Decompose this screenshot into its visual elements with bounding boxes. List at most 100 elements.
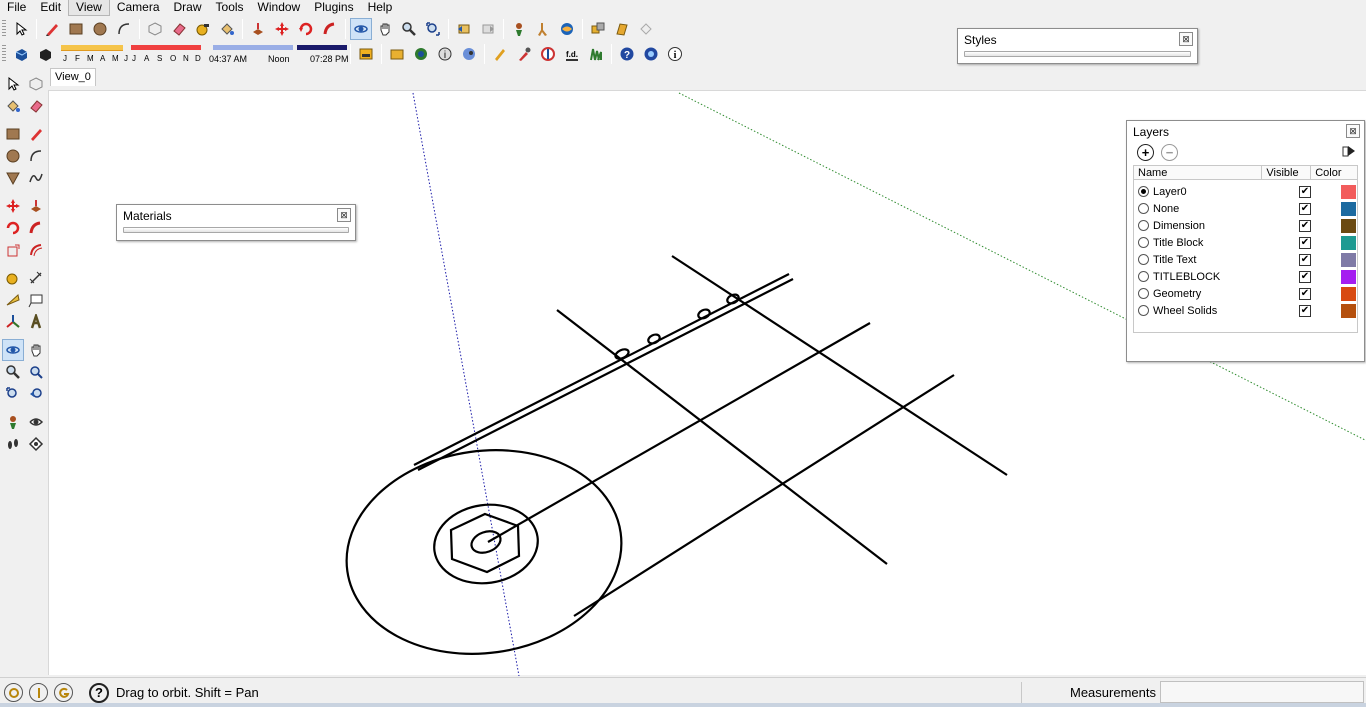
zoom-window-icon[interactable]	[26, 361, 48, 383]
layer-row[interactable]: TITLEBLOCK ✔	[1134, 268, 1357, 285]
components-icon[interactable]	[587, 18, 609, 40]
active-layer-radio[interactable]	[1138, 203, 1149, 214]
active-layer-radio[interactable]	[1138, 254, 1149, 265]
layer-row[interactable]: Title Block ✔	[1134, 234, 1357, 251]
layer-name[interactable]: Wheel Solids	[1153, 305, 1283, 317]
layer-color-swatch[interactable]	[1341, 184, 1356, 199]
toolbar-grip[interactable]	[2, 45, 6, 63]
paint-icon[interactable]	[489, 43, 511, 65]
pan-icon[interactable]	[374, 18, 396, 40]
move-icon[interactable]	[2, 195, 24, 217]
layer-visible-checkbox[interactable]: ✔	[1299, 236, 1311, 249]
geo-location-icon[interactable]	[4, 683, 23, 702]
column-header-visible[interactable]: Visible	[1262, 166, 1312, 179]
dropper-icon[interactable]	[513, 43, 535, 65]
active-layer-radio[interactable]	[1138, 237, 1149, 248]
active-layer-radio[interactable]	[1138, 305, 1149, 316]
zoom-icon[interactable]	[398, 18, 420, 40]
grass-icon[interactable]	[585, 43, 607, 65]
rectangle-icon[interactable]	[2, 123, 24, 145]
orbit-icon[interactable]	[2, 339, 24, 361]
protractor-icon[interactable]	[2, 289, 24, 311]
help-icon[interactable]: ?	[616, 43, 638, 65]
close-icon[interactable]: ⊠	[1179, 32, 1193, 46]
position-camera-icon[interactable]	[508, 18, 530, 40]
layer-visible-checkbox[interactable]: ✔	[1299, 185, 1311, 198]
layer-name[interactable]: Title Block	[1153, 237, 1283, 249]
layer-name[interactable]: Title Text	[1153, 254, 1283, 266]
preview-icon[interactable]	[355, 43, 377, 65]
scale-icon[interactable]	[2, 239, 24, 261]
menu-camera[interactable]: Camera	[110, 0, 167, 15]
materials-dialog-title[interactable]: Materials ⊠	[117, 205, 355, 225]
circle-icon[interactable]	[2, 145, 24, 167]
scene-tab[interactable]: View_0	[50, 68, 96, 86]
layer-row[interactable]: None ✔	[1134, 200, 1357, 217]
instructor-help-icon[interactable]: ?	[89, 682, 109, 703]
walk-icon[interactable]	[2, 433, 24, 455]
push-pull-icon[interactable]	[247, 18, 269, 40]
layer-color-swatch[interactable]	[1341, 201, 1356, 216]
freehand-icon[interactable]	[26, 167, 48, 189]
active-layer-radio[interactable]	[1138, 271, 1149, 282]
axes-icon[interactable]	[2, 311, 24, 333]
rectangle-icon[interactable]	[65, 18, 87, 40]
push-pull-icon[interactable]	[26, 195, 48, 217]
layer-color-swatch[interactable]	[1341, 252, 1356, 267]
tape-measure-icon[interactable]	[192, 18, 214, 40]
arc-icon[interactable]	[113, 18, 135, 40]
layer-color-swatch[interactable]	[1341, 269, 1356, 284]
text-icon[interactable]	[26, 289, 48, 311]
close-icon[interactable]: ⊠	[337, 208, 351, 222]
menu-window[interactable]: Window	[251, 0, 308, 15]
shadows-toggle-icon[interactable]	[10, 43, 32, 65]
walk-icon[interactable]	[532, 18, 554, 40]
layer-name[interactable]: None	[1153, 203, 1283, 215]
pan-icon[interactable]	[26, 339, 47, 361]
column-header-name[interactable]: Name	[1134, 166, 1263, 179]
styles-collapsed-bar[interactable]	[964, 51, 1191, 57]
look-around-icon[interactable]	[26, 411, 48, 433]
layer-visible-checkbox[interactable]: ✔	[1299, 253, 1311, 266]
layer-row[interactable]: Wheel Solids ✔	[1134, 302, 1357, 319]
menu-view[interactable]: View	[68, 0, 110, 16]
polygon-icon[interactable]	[2, 167, 24, 189]
zoom-extents-icon[interactable]	[422, 18, 444, 40]
next-view-icon[interactable]	[477, 18, 499, 40]
orbit-icon[interactable]	[350, 18, 372, 40]
measurements-input[interactable]	[1160, 681, 1364, 703]
settings-icon[interactable]	[640, 43, 662, 65]
layer-row[interactable]: Layer0 ✔	[1134, 183, 1357, 200]
get-models-icon[interactable]	[386, 43, 408, 65]
materials-icon[interactable]	[611, 18, 633, 40]
layer-visible-checkbox[interactable]: ✔	[1299, 287, 1311, 300]
tape-measure-icon[interactable]	[2, 267, 24, 289]
layer-color-swatch[interactable]	[1341, 303, 1356, 318]
layer-visible-checkbox[interactable]: ✔	[1299, 219, 1311, 232]
layer-color-swatch[interactable]	[1341, 286, 1356, 301]
fog-toggle-icon[interactable]	[34, 43, 56, 65]
3d-text-icon[interactable]	[26, 311, 48, 333]
menu-plugins[interactable]: Plugins	[307, 0, 360, 15]
layer-name[interactable]: Layer0	[1153, 186, 1283, 198]
google-account-icon[interactable]	[54, 683, 73, 702]
rotate-icon[interactable]	[295, 18, 317, 40]
position-camera-icon[interactable]	[2, 411, 24, 433]
active-layer-radio[interactable]	[1138, 288, 1149, 299]
layer-visible-checkbox[interactable]: ✔	[1299, 202, 1311, 215]
details-arrow-icon[interactable]	[1342, 144, 1356, 161]
layer-color-swatch[interactable]	[1341, 235, 1356, 250]
share-model-icon[interactable]	[410, 43, 432, 65]
rotate-icon[interactable]	[2, 217, 24, 239]
info-icon[interactable]: i	[664, 43, 686, 65]
offset-icon[interactable]	[26, 239, 48, 261]
select-icon[interactable]	[10, 18, 32, 40]
photo-textures-icon[interactable]: i	[434, 43, 456, 65]
pencil-icon[interactable]	[41, 18, 63, 40]
eraser-icon[interactable]	[168, 18, 190, 40]
layer-row[interactable]: Title Text ✔	[1134, 251, 1357, 268]
walls-icon[interactable]	[537, 43, 559, 65]
make-component-icon[interactable]	[144, 18, 166, 40]
menu-draw[interactable]: Draw	[167, 0, 209, 15]
look-around-icon[interactable]	[556, 18, 578, 40]
